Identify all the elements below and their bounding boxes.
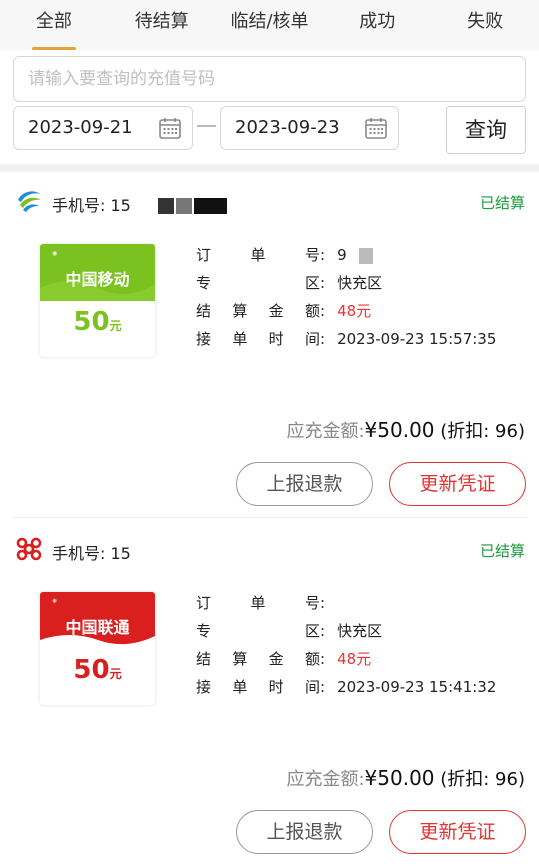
card-divider bbox=[12, 517, 527, 518]
redaction-mask bbox=[176, 198, 192, 214]
update-voucher-button[interactable]: 更新凭证 bbox=[389, 810, 526, 854]
order-card: 手机号: 15 已结算 ◉ 中国移动 50元 订单号: 9 专区: 快充区 结算金额… bbox=[0, 172, 539, 518]
end-date-value: 2023-09-23 bbox=[235, 117, 340, 138]
redaction-mask bbox=[194, 198, 227, 214]
status-badge: 已结算 bbox=[479, 194, 525, 212]
recharge-card-image: ❋ 中国联通 50元 bbox=[40, 592, 155, 705]
zone-row: 专区: 快充区 bbox=[196, 622, 383, 640]
card-amount: 50元 bbox=[73, 655, 122, 685]
accept-time-row: 接单时间: 2023-09-23 15:41:32 bbox=[196, 678, 497, 696]
tab-failed[interactable]: 失败 bbox=[431, 0, 539, 50]
accept-time-row: 接单时间: 2023-09-23 15:57:35 bbox=[196, 330, 497, 348]
phone-number: 手机号: 15 bbox=[52, 544, 131, 563]
zone-row: 专区: 快充区 bbox=[196, 274, 383, 292]
redaction-mask bbox=[359, 247, 374, 264]
report-refund-button[interactable]: 上报退款 bbox=[236, 462, 373, 506]
update-voucher-button[interactable]: 更新凭证 bbox=[389, 462, 526, 506]
status-tabs: 全部 待结算 临结/核单 成功 失败 bbox=[0, 0, 539, 50]
order-card: 手机号: 15 已结算 ❋ 中国联通 50元 订单号: 专区: 快充区 结算金额:… bbox=[0, 520, 539, 866]
search-bar bbox=[13, 56, 526, 102]
card-header: ❋ 中国联通 bbox=[40, 592, 155, 649]
card-header: ◉ 中国移动 bbox=[40, 244, 155, 301]
end-date-field[interactable]: 2023-09-23 bbox=[220, 106, 399, 150]
recharge-card-image: ◉ 中国移动 50元 bbox=[40, 244, 155, 357]
tab-success[interactable]: 成功 bbox=[323, 0, 431, 50]
order-number-row: 订单号: bbox=[196, 594, 326, 612]
card-amount: 50元 bbox=[73, 307, 122, 337]
calendar-icon bbox=[159, 118, 181, 139]
payable-amount: 应充金额:¥50.00 (折扣: 96) bbox=[286, 418, 525, 442]
redaction-mask bbox=[158, 198, 174, 214]
settle-amount-row: 结算金额: 48元 bbox=[196, 302, 372, 320]
date-range-separator bbox=[197, 125, 216, 127]
china-unicom-icon bbox=[16, 537, 42, 561]
china-unicom-logo-icon: ❋ bbox=[52, 598, 58, 605]
payable-amount: 应充金额:¥50.00 (折扣: 96) bbox=[286, 766, 525, 790]
card-brand: 中国移动 bbox=[65, 270, 130, 289]
china-mobile-logo-icon: ◉ bbox=[52, 250, 58, 257]
status-badge: 已结算 bbox=[479, 542, 525, 560]
report-refund-button[interactable]: 上报退款 bbox=[236, 810, 373, 854]
start-date-field[interactable]: 2023-09-21 bbox=[13, 106, 193, 150]
settle-amount-row: 结算金额: 48元 bbox=[196, 650, 372, 668]
tab-verify[interactable]: 临结/核单 bbox=[216, 0, 324, 50]
start-date-value: 2023-09-21 bbox=[28, 117, 133, 138]
calendar-icon bbox=[365, 118, 387, 139]
tab-all[interactable]: 全部 bbox=[0, 0, 108, 50]
card-brand: 中国联通 bbox=[65, 618, 130, 637]
order-number-row: 订单号: 9 bbox=[196, 244, 374, 265]
china-mobile-icon bbox=[18, 191, 41, 212]
phone-search-input[interactable] bbox=[13, 56, 526, 102]
tab-pending[interactable]: 待结算 bbox=[108, 0, 216, 50]
phone-number: 手机号: 15 bbox=[52, 196, 131, 215]
query-button[interactable]: 查询 bbox=[446, 106, 526, 154]
section-divider bbox=[0, 164, 539, 172]
